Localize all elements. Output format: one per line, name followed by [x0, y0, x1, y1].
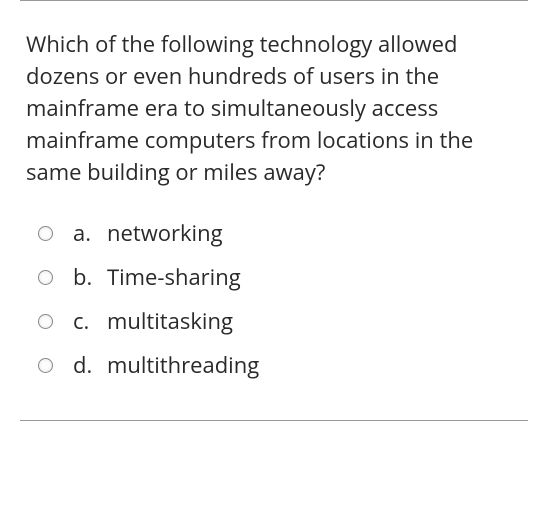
radio-option-a[interactable] — [38, 226, 53, 241]
divider-bottom — [20, 420, 528, 421]
option-letter: d. — [73, 350, 107, 380]
option-text: multitasking — [107, 306, 233, 336]
question-text: Which of the following technology allowe… — [26, 29, 522, 188]
radio-option-b[interactable] — [38, 270, 53, 285]
options-list: a. networking b. Time-sharing c. multita… — [26, 218, 522, 380]
option-text: multithreading — [107, 350, 259, 380]
option-row: b. Time-sharing — [38, 262, 522, 292]
option-row: d. multithreading — [38, 350, 522, 380]
option-letter: c. — [73, 306, 107, 336]
quiz-container: Which of the following technology allowe… — [0, 0, 548, 510]
option-row: c. multitasking — [38, 306, 522, 336]
option-letter: b. — [73, 262, 107, 292]
option-row: a. networking — [38, 218, 522, 248]
option-letter: a. — [73, 218, 107, 248]
radio-option-d[interactable] — [38, 358, 53, 373]
question-block: Which of the following technology allowe… — [20, 1, 528, 420]
option-text: Time-sharing — [107, 262, 241, 292]
option-text: networking — [107, 218, 223, 248]
radio-option-c[interactable] — [38, 314, 53, 329]
